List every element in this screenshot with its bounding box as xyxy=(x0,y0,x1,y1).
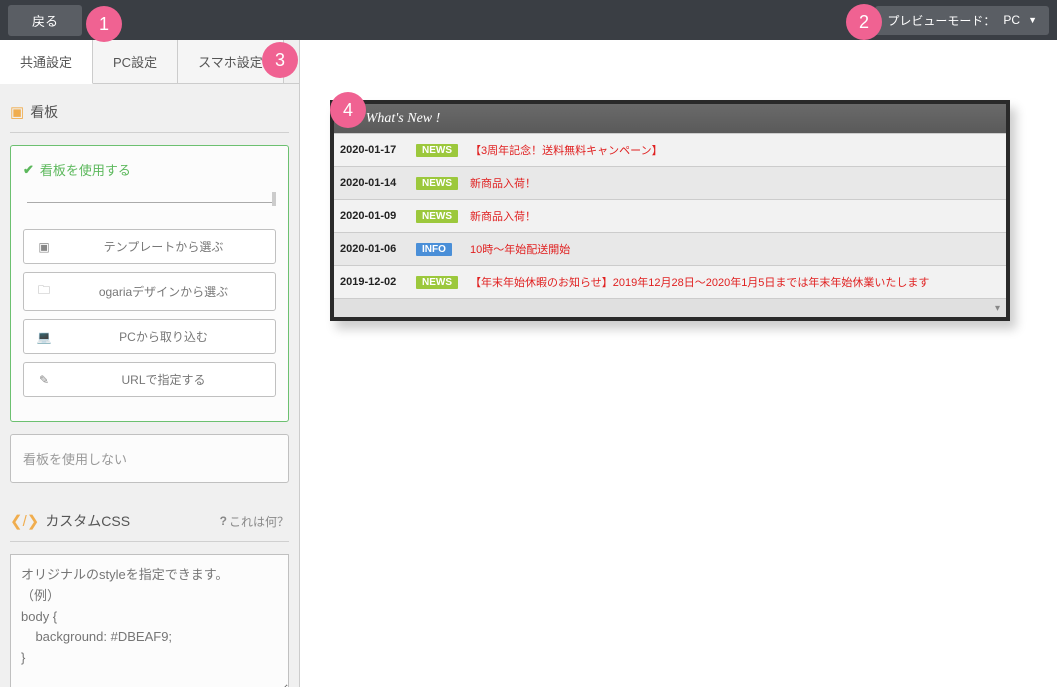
option-url-label: URLで指定する xyxy=(64,371,263,388)
laptop-icon: 💻 xyxy=(36,330,52,344)
customcss-section: ❮/❯ カスタムCSS ? これは何？ xyxy=(0,493,299,687)
preview-mode-label: プレビューモード： xyxy=(887,12,995,29)
news-badge-cell: NEWS xyxy=(410,134,464,167)
news-title: 10時～年始配送開始 xyxy=(464,233,1006,266)
customcss-title-row: ❮/❯ カスタムCSS ? これは何？ xyxy=(10,505,289,542)
signboard-section: ▣ 看板 ✔ 看板を使用する ▣ テンプレートから選ぶ 🗀 ogariaデザイン… xyxy=(0,84,299,493)
code-icon: ❮/❯ xyxy=(10,512,39,530)
sidebar: 共通設定 PC設定 スマホ設定 ▣ 看板 ✔ 看板を使用する ▣ テンプレートか… xyxy=(0,40,300,687)
main-preview-area: ✎ What's New ! 2020-01-17 NEWS 【3周年記念！送料無料… xyxy=(300,40,1057,687)
news-badge-cell: NEWS xyxy=(410,167,464,200)
customcss-help-label: これは何？ xyxy=(229,513,289,530)
check-icon: ✔ xyxy=(23,162,34,178)
signboard-thumb-strip[interactable] xyxy=(27,189,272,203)
image-icon: ▣ xyxy=(10,103,24,121)
option-ogaria-label: ogariaデザインから選ぶ xyxy=(64,283,263,300)
option-template-label: テンプレートから選ぶ xyxy=(64,238,263,255)
news-row[interactable]: 2020-01-14 NEWS 新商品入荷！ xyxy=(334,167,1006,200)
news-title: 新商品入荷！ xyxy=(464,167,1006,200)
preview-mode-value: PC xyxy=(1003,13,1020,27)
news-table: 2020-01-17NEWS【3周年記念！送料無料キャンペーン】2020-01-… xyxy=(334,133,1006,299)
news-badge: NEWS xyxy=(416,276,458,289)
option-pc-import[interactable]: 💻 PCから取り込む xyxy=(23,319,276,354)
signboard-nouse-panel[interactable]: 看板を使用しない xyxy=(10,434,289,483)
tab-common[interactable]: 共通設定 xyxy=(0,40,93,84)
annotation-1: 1 xyxy=(86,6,122,42)
preview-header-text: What's New ! xyxy=(366,111,441,127)
signboard-title-text: 看板 xyxy=(30,102,58,122)
settings-tabs: 共通設定 PC設定 スマホ設定 xyxy=(0,40,299,84)
news-badge-cell: NEWS xyxy=(410,266,464,299)
customcss-title: カスタムCSS xyxy=(45,511,130,531)
news-row[interactable]: 2020-01-06 INFO 10時～年始配送開始 xyxy=(334,233,1006,266)
topbar: 戻る プレビューモード： PC ▼ xyxy=(0,0,1057,40)
news-row[interactable]: 2020-01-09 NEWS 新商品入荷！ xyxy=(334,200,1006,233)
news-badge: NEWS xyxy=(416,144,458,157)
customcss-textarea[interactable] xyxy=(10,554,289,687)
news-date: 2020-01-17 xyxy=(334,134,410,167)
news-title: 【年末年始休暇のお知らせ】2019年12月28日～2020年1月5日までは年末年… xyxy=(464,266,1006,299)
news-row[interactable]: 2019-12-02 NEWS 【年末年始休暇のお知らせ】2019年12月28日～2… xyxy=(334,266,1006,299)
content: 共通設定 PC設定 スマホ設定 ▣ 看板 ✔ 看板を使用する ▣ テンプレートか… xyxy=(0,40,1057,687)
caret-down-icon: ▼ xyxy=(1028,15,1037,25)
annotation-3: 3 xyxy=(262,42,298,78)
option-ogaria[interactable]: 🗀 ogariaデザインから選ぶ xyxy=(23,272,276,311)
pencil-icon: ✎ xyxy=(36,373,52,387)
news-title: 新商品入荷！ xyxy=(464,200,1006,233)
news-badge: INFO xyxy=(416,243,452,256)
news-badge-cell: INFO xyxy=(410,233,464,266)
annotation-2: 2 xyxy=(846,4,882,40)
news-date: 2020-01-06 xyxy=(334,233,410,266)
news-badge-cell: NEWS xyxy=(410,200,464,233)
option-pc-import-label: PCから取り込む xyxy=(64,328,263,345)
question-icon: ? xyxy=(220,514,227,528)
news-badge: NEWS xyxy=(416,177,458,190)
preview-box: ✎ What's New ! 2020-01-17 NEWS 【3周年記念！送料無料… xyxy=(330,100,1010,321)
signboard-use-panel: ✔ 看板を使用する ▣ テンプレートから選ぶ 🗀 ogariaデザインから選ぶ … xyxy=(10,145,289,422)
option-url[interactable]: ✎ URLで指定する xyxy=(23,362,276,397)
preview-mode-select[interactable]: プレビューモード： PC ▼ xyxy=(875,6,1049,35)
folder-icon: 🗀 xyxy=(36,281,52,302)
signboard-title: ▣ 看板 xyxy=(10,96,289,133)
news-date: 2019-12-02 xyxy=(334,266,410,299)
tab-pc[interactable]: PC設定 xyxy=(93,40,178,83)
signboard-use-header[interactable]: ✔ 看板を使用する xyxy=(23,160,276,179)
signboard-use-label: 看板を使用する xyxy=(40,160,131,179)
news-date: 2020-01-09 xyxy=(334,200,410,233)
option-template[interactable]: ▣ テンプレートから選ぶ xyxy=(23,229,276,264)
news-date: 2020-01-14 xyxy=(334,167,410,200)
annotation-4: 4 xyxy=(330,92,366,128)
scroll-hint: ▾ xyxy=(334,299,1006,317)
customcss-help[interactable]: ? これは何？ xyxy=(220,513,289,530)
news-row[interactable]: 2020-01-17 NEWS 【3周年記念！送料無料キャンペーン】 xyxy=(334,134,1006,167)
news-badge: NEWS xyxy=(416,210,458,223)
back-button[interactable]: 戻る xyxy=(8,5,82,36)
news-title: 【3周年記念！送料無料キャンペーン】 xyxy=(464,134,1006,167)
preview-header: ✎ What's New ! xyxy=(334,104,1006,133)
image-icon: ▣ xyxy=(36,240,52,254)
